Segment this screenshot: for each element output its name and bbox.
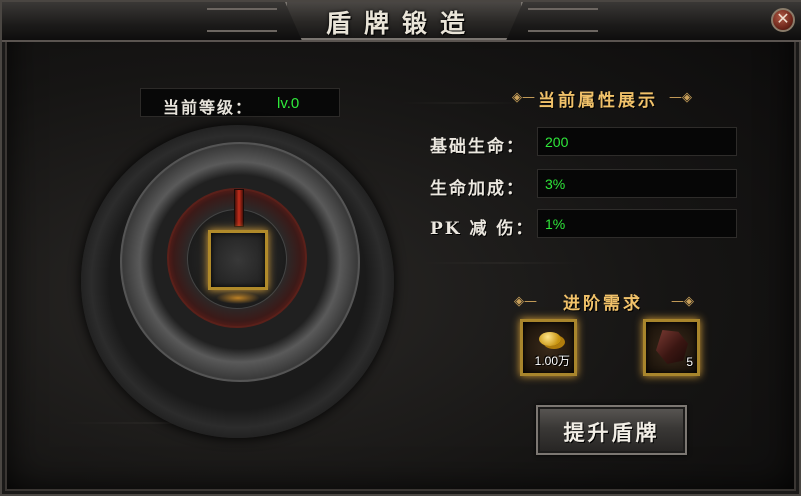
title-ornament-right (528, 8, 598, 32)
shield-forge-window: 盾牌锻造 ✕ 当前等级： lv.0 ◈— 当前属性展示 —◈ 基础生命： 200… (0, 0, 801, 496)
requirement-slot-ore[interactable]: 5 (643, 319, 700, 376)
texture-streak (422, 262, 582, 264)
requirements-title: 进阶需求 (563, 294, 643, 314)
stat-label-pk-reduction: PK 减 伤： (430, 219, 535, 239)
requirement-slot-gold[interactable]: 1.00万 (520, 319, 577, 376)
shield-item-slot[interactable] (208, 230, 268, 290)
upgrade-shield-button[interactable]: 提升盾牌 (536, 405, 687, 455)
diamond-ornament-icon: —◈ (669, 90, 692, 105)
upgrade-button-label: 提升盾牌 (563, 420, 660, 445)
stat-box-hp-bonus: 3% (537, 169, 737, 198)
ore-stone-icon (656, 330, 688, 364)
diamond-ornament-icon: —◈ (671, 294, 694, 309)
stat-value-base-hp: 200 (545, 134, 569, 150)
stat-label-hp-bonus: 生命加成： (430, 179, 525, 199)
requirement-count: 5 (686, 355, 693, 369)
stat-value-hp-bonus: 3% (545, 176, 566, 192)
level-display: 当前等级： lv.0 (140, 88, 340, 117)
slot-glow (216, 292, 260, 304)
texture-streak (402, 102, 522, 104)
level-value: lv.0 (277, 95, 300, 112)
diamond-ornament-icon: ◈— (512, 90, 535, 105)
attributes-title: 当前属性展示 (538, 91, 658, 111)
diamond-ornament-icon: ◈— (514, 294, 537, 309)
requirement-count: 1.00万 (534, 354, 570, 368)
stat-label-base-hp: 基础生命： (430, 137, 525, 157)
title-ornament-left (207, 8, 277, 32)
stat-value-pk-reduction: 1% (545, 216, 566, 232)
level-label: 当前等级： (163, 98, 254, 117)
disc-pointer (234, 189, 244, 227)
stat-box-pk-reduction: 1% (537, 209, 737, 238)
stat-box-base-hp: 200 (537, 127, 737, 156)
close-icon: ✕ (776, 9, 790, 28)
close-button[interactable]: ✕ (771, 8, 795, 32)
window-title: 盾牌锻造 (325, 9, 478, 38)
gold-coin-icon (539, 332, 561, 346)
